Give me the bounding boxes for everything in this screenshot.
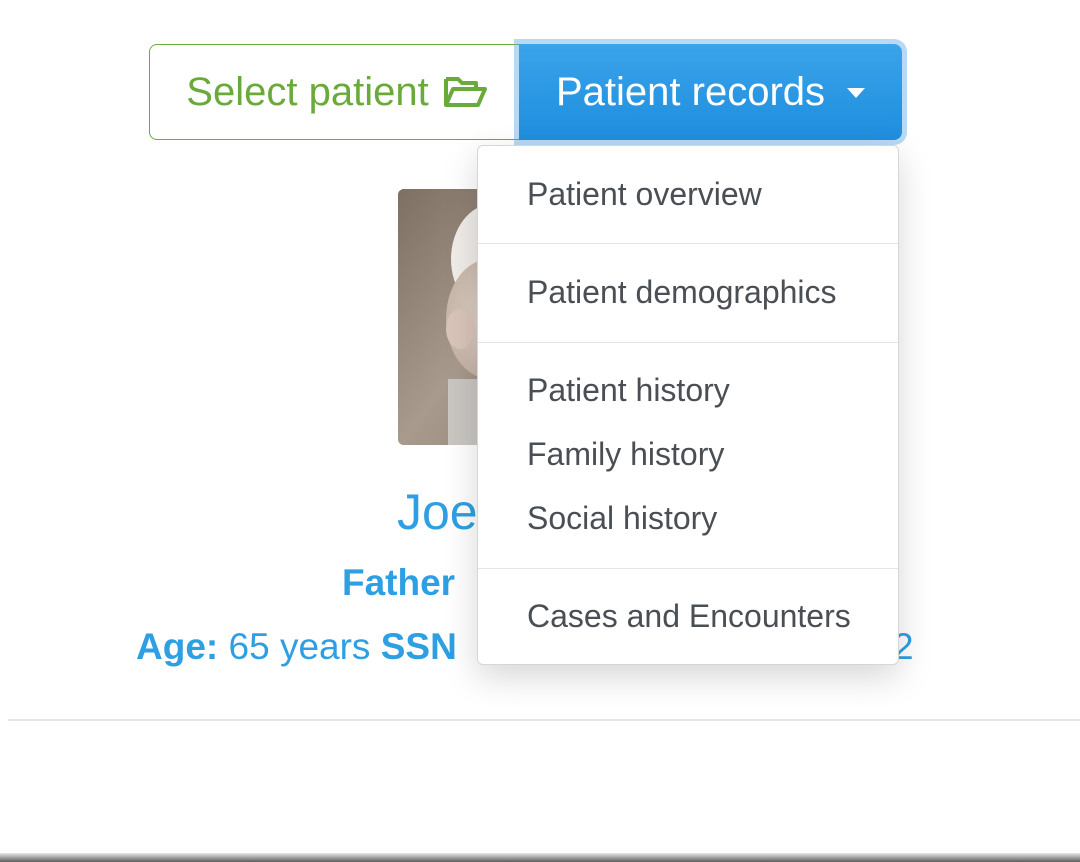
ssn-label: SSN [380, 626, 457, 667]
menu-item-patient-overview[interactable]: Patient overview [527, 176, 762, 213]
patient-relationship: Father [342, 562, 456, 603]
patient-records-label: Patient records [555, 69, 826, 114]
bottom-border [0, 853, 1080, 862]
menu-divider [478, 243, 898, 244]
select-patient-label: Select patient [186, 69, 429, 114]
age-value: 65 years [228, 626, 371, 667]
menu-item-patient-demographics[interactable]: Patient demographics [527, 274, 837, 311]
page: Select patient Patient records Joe Fathe… [0, 0, 1080, 862]
select-patient-button[interactable]: Select patient [149, 44, 519, 140]
patient-meta: Age: 65 years SSN [136, 626, 457, 668]
patient-records-menu: Patient overview Patient demographics Pa… [477, 145, 899, 665]
menu-item-family-history[interactable]: Family history [527, 436, 724, 473]
caret-down-icon [847, 88, 866, 98]
patient-records-dropdown-button[interactable]: Patient records [519, 44, 902, 140]
patient-name[interactable]: Joe [397, 483, 478, 541]
menu-item-social-history[interactable]: Social history [527, 500, 717, 537]
patient-toolbar: Select patient Patient records [149, 44, 902, 140]
menu-item-patient-history[interactable]: Patient history [527, 372, 730, 409]
menu-item-cases-and-encounters[interactable]: Cases and Encounters [527, 598, 851, 635]
menu-divider [478, 342, 898, 343]
age-label: Age: [136, 626, 219, 667]
section-divider [8, 719, 1080, 721]
menu-divider [478, 568, 898, 569]
folder-open-icon [443, 75, 487, 109]
